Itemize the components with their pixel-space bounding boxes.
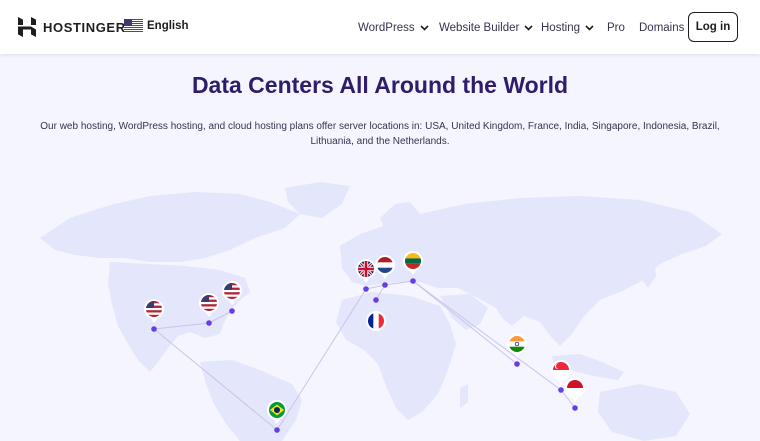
location-dot-indonesia — [572, 405, 578, 411]
nav-wordpress-label: WordPress — [358, 22, 415, 34]
world-map — [40, 182, 722, 441]
chevron-down-icon — [585, 25, 594, 31]
login-button[interactable]: Log in — [688, 12, 738, 42]
location-dot-singapore — [558, 387, 564, 393]
nav-wordpress[interactable]: WordPress — [358, 20, 429, 36]
location-dot-uk — [363, 286, 369, 292]
site-header: HOSTINGER English WordPress Website Buil… — [0, 0, 760, 54]
location-dot-brazil — [274, 427, 280, 433]
page-subtitle: Our web hosting, WordPress hosting, and … — [40, 121, 720, 147]
world-map-land — [40, 182, 722, 441]
chevron-down-icon — [524, 25, 533, 31]
nav-pro[interactable]: Pro — [607, 20, 625, 36]
location-dot-india — [514, 361, 520, 367]
location-dot-france — [373, 297, 379, 303]
language-selector[interactable]: English — [124, 19, 189, 32]
location-dot-lithuania — [410, 278, 416, 284]
hostinger-logo[interactable]: HOSTINGER — [18, 17, 126, 37]
page-title: Data Centers All Around the World — [191, 72, 569, 98]
nav-pro-label: Pro — [607, 22, 625, 34]
language-label: English — [147, 19, 189, 32]
chevron-down-icon — [420, 25, 429, 31]
location-dot-usa-east — [229, 308, 235, 314]
nav-hosting[interactable]: Hosting — [541, 20, 594, 36]
singapore-flag-icon — [551, 360, 571, 384]
nav-domains-label: Domains — [639, 22, 685, 34]
india-flag-icon — [507, 334, 527, 358]
location-dot-usa-west — [151, 326, 157, 332]
brand-name: HOSTINGER — [43, 19, 126, 35]
nav-domains[interactable]: Domains — [639, 20, 684, 36]
location-dot-usa-central — [206, 320, 212, 326]
nav-website-builder[interactable]: Website Builder — [439, 20, 533, 36]
us-flag-icon — [124, 19, 143, 32]
nav-hosting-label: Hosting — [541, 22, 580, 34]
location-dot-netherlands — [382, 282, 388, 288]
france-flag-icon — [366, 311, 386, 331]
nav-website-builder-label: Website Builder — [439, 22, 520, 34]
hostinger-logo-icon — [18, 17, 36, 37]
